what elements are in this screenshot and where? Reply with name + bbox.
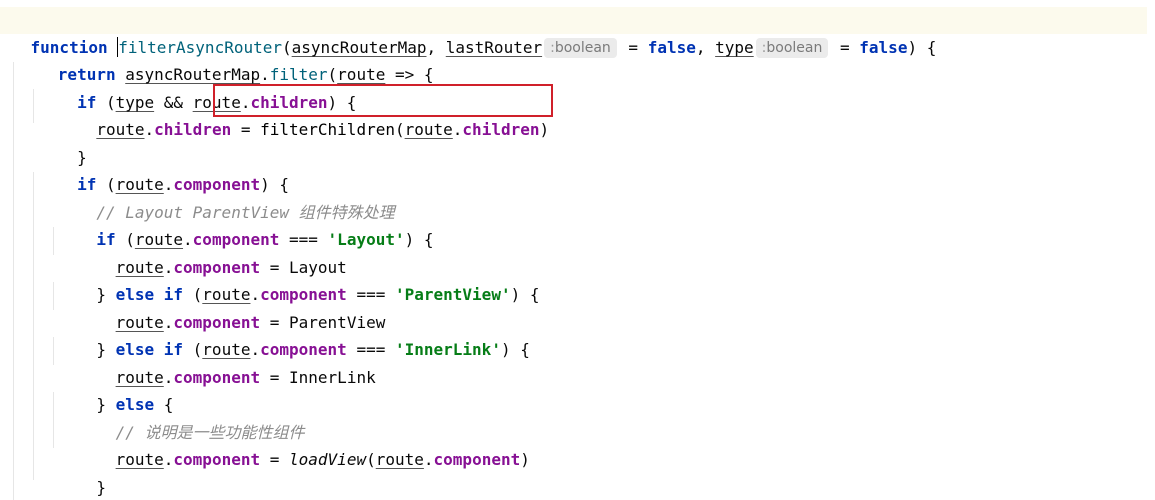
identifier-route[interactable]: route bbox=[405, 120, 453, 139]
code-line-1[interactable]: function filterAsyncRouter(asyncRouterMa… bbox=[0, 7, 1147, 58]
paren-close-brace: ) { bbox=[404, 230, 434, 249]
code-line-14[interactable]: } else { bbox=[0, 364, 173, 414]
code-editor[interactable]: function filterAsyncRouter(asyncRouterMa… bbox=[0, 0, 1155, 500]
brace-close: } bbox=[96, 478, 106, 497]
param-type[interactable]: type bbox=[715, 38, 754, 57]
equals: = bbox=[231, 120, 261, 139]
code-line-16[interactable]: route.component = loadView(route.compone… bbox=[0, 419, 530, 469]
code-line-8[interactable]: if (route.component === 'Layout') { bbox=[0, 199, 433, 249]
hint-type: boolean bbox=[766, 40, 823, 56]
identifier-route[interactable]: route bbox=[376, 450, 424, 469]
property-component[interactable]: component bbox=[434, 450, 521, 469]
annotation-highlight-box bbox=[213, 84, 553, 117]
equals: = bbox=[618, 38, 648, 57]
paren-close: ) bbox=[539, 120, 550, 139]
dot: . bbox=[144, 120, 155, 139]
paren-close-brace: ) { bbox=[510, 285, 540, 304]
property-component[interactable]: component bbox=[173, 368, 260, 387]
code-line-11[interactable]: route.component = ParentView bbox=[0, 282, 386, 332]
string-literal: 'ParentView' bbox=[394, 285, 511, 304]
code-line-5[interactable]: } bbox=[0, 117, 87, 167]
string-literal: 'InnerLink' bbox=[394, 340, 501, 359]
identifier-innerlink[interactable]: InnerLink bbox=[289, 368, 376, 387]
function-call-filterchildren[interactable]: filterChildren bbox=[260, 120, 395, 139]
paren-open: ( bbox=[394, 120, 405, 139]
dot: . bbox=[163, 450, 174, 469]
keyword-false: false bbox=[647, 38, 696, 57]
code-line-17[interactable]: } bbox=[0, 447, 106, 497]
equals: = bbox=[830, 38, 860, 57]
identifier-route[interactable]: route bbox=[116, 450, 164, 469]
dot: . bbox=[452, 120, 463, 139]
property-component[interactable]: component bbox=[173, 450, 260, 469]
arrow: => { bbox=[385, 65, 434, 84]
equals: = bbox=[260, 450, 290, 469]
code-line-13[interactable]: route.component = InnerLink bbox=[0, 337, 376, 387]
code-line-12[interactable]: } else if (route.component === 'InnerLin… bbox=[0, 309, 530, 359]
code-line-15[interactable]: // 说明是一些功能性组件 bbox=[0, 392, 305, 442]
property-children[interactable]: children bbox=[462, 120, 539, 139]
identifier-route[interactable]: route bbox=[96, 120, 144, 139]
property-children[interactable]: children bbox=[154, 120, 231, 139]
hint-type: boolean bbox=[554, 40, 611, 56]
dot: . bbox=[423, 450, 434, 469]
type-hint-type: :boolean bbox=[755, 38, 829, 58]
param-lastrouter[interactable]: lastRouter bbox=[446, 38, 542, 57]
keyword-false: false bbox=[859, 38, 908, 57]
code-line-9[interactable]: route.component = Layout bbox=[0, 227, 347, 277]
code-line-2[interactable]: return asyncRouterMap.filter(route => { bbox=[0, 34, 434, 84]
equals: = bbox=[260, 368, 290, 387]
paren-close-brace: ) { bbox=[907, 38, 937, 57]
function-call-loadview[interactable]: loadView bbox=[289, 450, 366, 469]
type-hint-lastrouter: :boolean bbox=[544, 38, 617, 58]
paren-open: ( bbox=[366, 450, 376, 469]
code-line-10[interactable]: } else if (route.component === 'ParentVi… bbox=[0, 254, 539, 304]
paren-close: ) bbox=[520, 450, 530, 469]
code-line-6[interactable]: if (route.component) { bbox=[0, 144, 289, 194]
code-line-7[interactable]: // Layout ParentView 组件特殊处理 bbox=[0, 172, 394, 222]
paren-close-brace: ) { bbox=[500, 340, 530, 359]
comma: , bbox=[695, 38, 716, 57]
code-line-18[interactable]: } bbox=[0, 474, 87, 500]
